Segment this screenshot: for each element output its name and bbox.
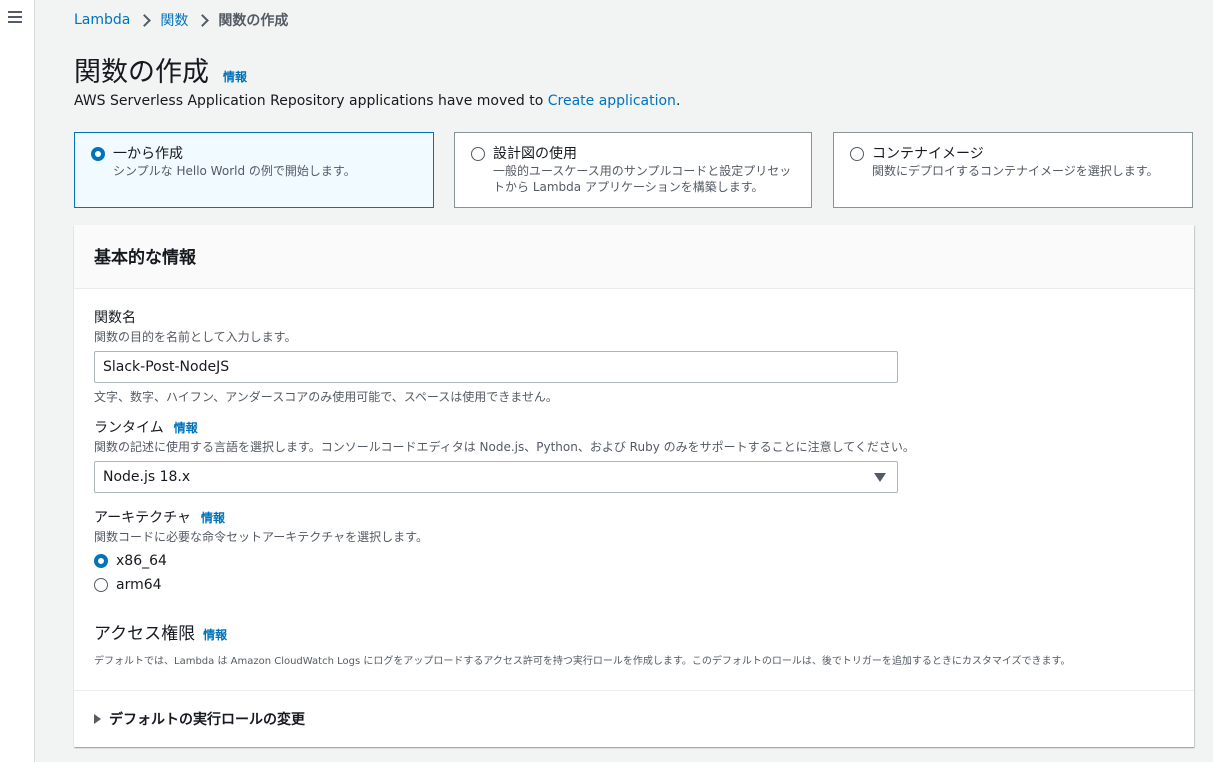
tile-container-image[interactable]: コンテナイメージ 関数にデプロイするコンテナイメージを選択します。: [833, 132, 1193, 208]
architecture-option-arm64[interactable]: arm64: [94, 577, 428, 593]
basic-info-panel: 基本的な情報 関数名 関数の目的を名前として入力します。 Slack-Post-…: [74, 225, 1194, 747]
runtime-description: 関数の記述に使用する言語を選択します。コンソールコードエディタは Node.js…: [94, 440, 915, 454]
runtime-label: ランタイム: [94, 420, 164, 436]
caret-right-icon: [94, 714, 101, 724]
breadcrumb-lambda[interactable]: Lambda: [74, 12, 130, 28]
runtime-field: ランタイム 情報 関数の記述に使用する言語を選択します。コンソールコードエディタ…: [94, 417, 915, 493]
tile-title: コンテナイメージ: [872, 146, 984, 162]
tile-author-from-scratch[interactable]: 一から作成 シンプルな Hello World の例で開始します。: [74, 132, 434, 208]
panel-header: 基本的な情報: [74, 225, 1194, 289]
tile-use-blueprint[interactable]: 設計図の使用 一般的ユースケース用のサンプルコードと設定プリセットから Lamb…: [454, 132, 812, 208]
panel-heading: 基本的な情報: [94, 248, 196, 268]
runtime-label-row: ランタイム 情報: [94, 417, 915, 437]
function-name-input[interactable]: Slack-Post-NodeJS: [94, 351, 898, 383]
architecture-option-label: x86_64: [116, 553, 167, 569]
breadcrumb: Lambda 関数 関数の作成: [74, 10, 288, 30]
tile-description: 関数にデプロイするコンテナイメージを選択します。: [872, 164, 1159, 178]
tile-description: 一般的ユースケース用のサンプルコードと設定プリセットから Lambda アプリケ…: [493, 164, 792, 194]
page-title: 関数の作成: [74, 57, 209, 88]
caret-down-icon: [874, 472, 886, 482]
architecture-option-label: arm64: [116, 577, 162, 593]
architecture-field: アーキテクチャ 情報 関数コードに必要な命令セットアーキテクチャを選択します。 …: [94, 507, 428, 593]
architecture-option-x86[interactable]: x86_64: [94, 553, 428, 569]
side-navigation: [0, 0, 35, 762]
radio-selected-icon[interactable]: [94, 554, 108, 568]
creation-option-tiles: 一から作成 シンプルな Hello World の例で開始します。 設計図の使用…: [74, 132, 1194, 208]
architecture-info-link[interactable]: 情報: [201, 509, 225, 526]
tile-title: 一から作成: [113, 146, 183, 162]
function-name-constraint: 文字、数字、ハイフン、アンダースコアのみ使用可能で、スペースは使用できません。: [94, 390, 558, 404]
permissions-title-row: アクセス権限 情報: [94, 619, 1071, 644]
runtime-info-link[interactable]: 情報: [174, 419, 198, 436]
permissions-section: アクセス権限 情報 デフォルトでは、Lambda は Amazon CloudW…: [94, 619, 1071, 667]
function-name-label: 関数名: [94, 310, 136, 326]
breadcrumb-functions[interactable]: 関数: [160, 10, 188, 30]
architecture-label: アーキテクチャ: [94, 510, 192, 526]
permissions-info-link[interactable]: 情報: [203, 626, 227, 643]
menu-icon[interactable]: [8, 11, 22, 23]
page-info-link[interactable]: 情報: [223, 68, 247, 85]
breadcrumb-current: 関数の作成: [218, 13, 289, 29]
permissions-description: デフォルトでは、Lambda は Amazon CloudWatch Logs …: [94, 656, 1071, 667]
radio-unselected-icon[interactable]: [471, 147, 485, 161]
radio-unselected-icon[interactable]: [94, 578, 108, 592]
sar-moved-text: AWS Serverless Application Repository ap…: [74, 93, 548, 109]
page-header: 関数の作成 情報: [74, 50, 247, 89]
chevron-right-icon: [136, 13, 154, 27]
sar-moved-notice: AWS Serverless Application Repository ap…: [74, 93, 681, 109]
radio-selected-icon[interactable]: [91, 147, 105, 161]
architecture-description: 関数コードに必要な命令セットアーキテクチャを選択します。: [94, 530, 428, 544]
change-default-execution-role-expander[interactable]: デフォルトの実行ロールの変更: [74, 690, 1194, 747]
chevron-right-icon: [194, 13, 212, 27]
radio-unselected-icon[interactable]: [850, 147, 864, 161]
create-application-link[interactable]: Create application: [548, 93, 676, 109]
permissions-title: アクセス権限: [94, 624, 196, 644]
tile-title: 設計図の使用: [493, 146, 577, 162]
expander-label: デフォルトの実行ロールの変更: [109, 712, 305, 728]
runtime-selected-value: Node.js 18.x: [103, 469, 191, 485]
tile-description: シンプルな Hello World の例で開始します。: [113, 164, 356, 178]
function-name-description: 関数の目的を名前として入力します。: [94, 330, 297, 344]
function-name-field: 関数名 関数の目的を名前として入力します。 Slack-Post-NodeJS …: [94, 307, 898, 405]
architecture-label-row: アーキテクチャ 情報: [94, 507, 428, 527]
runtime-select[interactable]: Node.js 18.x: [94, 461, 898, 493]
